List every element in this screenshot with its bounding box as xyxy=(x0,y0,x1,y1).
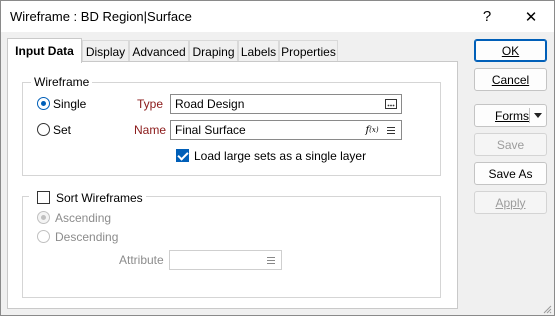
function-icon[interactable]: f (x) xyxy=(365,122,379,138)
apply-button-label: Apply xyxy=(495,195,526,210)
descending-label: Descending xyxy=(55,230,119,244)
dialog-window: Wireframe : BD Region|Surface ? ✕ Input … xyxy=(0,0,555,316)
resize-grip-icon[interactable] xyxy=(542,303,552,314)
set-radio-label: Set xyxy=(53,123,72,137)
save-as-button[interactable]: Save As xyxy=(474,162,547,185)
save-as-button-label: Save As xyxy=(488,166,533,181)
sort-wireframes-label: Sort Wireframes xyxy=(56,191,146,205)
wireframe-group: Wireframe Single Set Type Road Design Na… xyxy=(22,75,441,176)
forms-button-label: Forms xyxy=(495,108,529,123)
single-radio[interactable] xyxy=(37,97,50,110)
tab-properties[interactable]: Properties xyxy=(279,40,338,62)
list-icon[interactable] xyxy=(384,122,398,138)
set-radio[interactable] xyxy=(37,123,50,136)
ok-button-label: OK xyxy=(501,43,520,58)
help-button[interactable]: ? xyxy=(464,1,510,32)
name-label: Name xyxy=(134,123,167,137)
help-icon: ? xyxy=(482,8,492,25)
cancel-button[interactable]: Cancel xyxy=(474,68,547,91)
attribute-list-icon[interactable] xyxy=(264,252,278,268)
title-bar: Wireframe : BD Region|Surface ? ✕ xyxy=(1,1,554,32)
load-large-sets-checkbox[interactable] xyxy=(176,149,189,162)
attribute-field[interactable] xyxy=(169,250,282,270)
name-field[interactable]: Final Surface f (x) xyxy=(170,120,402,140)
tab-advanced[interactable]: Advanced xyxy=(129,40,189,62)
attribute-label: Attribute xyxy=(119,253,164,267)
ascending-radio[interactable] xyxy=(37,211,50,224)
name-field-value: Final Surface xyxy=(175,123,246,137)
sort-wireframes-checkbox[interactable] xyxy=(37,191,50,204)
ascending-label: Ascending xyxy=(55,211,112,225)
type-field-value: Road Design xyxy=(175,97,245,111)
tab-panel-input-data: Wireframe Single Set Type Road Design Na… xyxy=(7,61,458,309)
ok-button[interactable]: OK xyxy=(474,39,547,62)
tab-labels[interactable]: Labels xyxy=(238,40,279,62)
save-button[interactable]: Save xyxy=(474,133,547,156)
window-title: Wireframe : BD Region|Surface xyxy=(10,9,192,24)
load-large-sets-label: Load large sets as a single layer xyxy=(194,149,367,163)
save-button-label: Save xyxy=(496,137,525,152)
tab-draping[interactable]: Draping xyxy=(189,40,238,62)
cancel-button-label: Cancel xyxy=(491,72,530,87)
forms-button[interactable]: Forms xyxy=(474,104,547,127)
descending-radio[interactable] xyxy=(37,230,50,243)
sort-wireframes-group: Sort Wireframes Ascending Descending Att… xyxy=(22,189,441,298)
type-label: Type xyxy=(137,97,164,111)
tab-display[interactable]: Display xyxy=(82,40,129,62)
chevron-down-icon[interactable] xyxy=(534,110,542,120)
wireframe-group-legend: Wireframe xyxy=(31,75,93,89)
type-field[interactable]: Road Design xyxy=(170,94,402,114)
apply-button[interactable]: Apply xyxy=(474,191,547,214)
tab-input-data[interactable]: Input Data xyxy=(7,38,82,63)
close-icon: ✕ xyxy=(524,8,538,26)
single-radio-label: Single xyxy=(53,97,87,111)
browse-ellipsis-icon[interactable] xyxy=(384,96,398,112)
close-button[interactable]: ✕ xyxy=(508,1,554,32)
